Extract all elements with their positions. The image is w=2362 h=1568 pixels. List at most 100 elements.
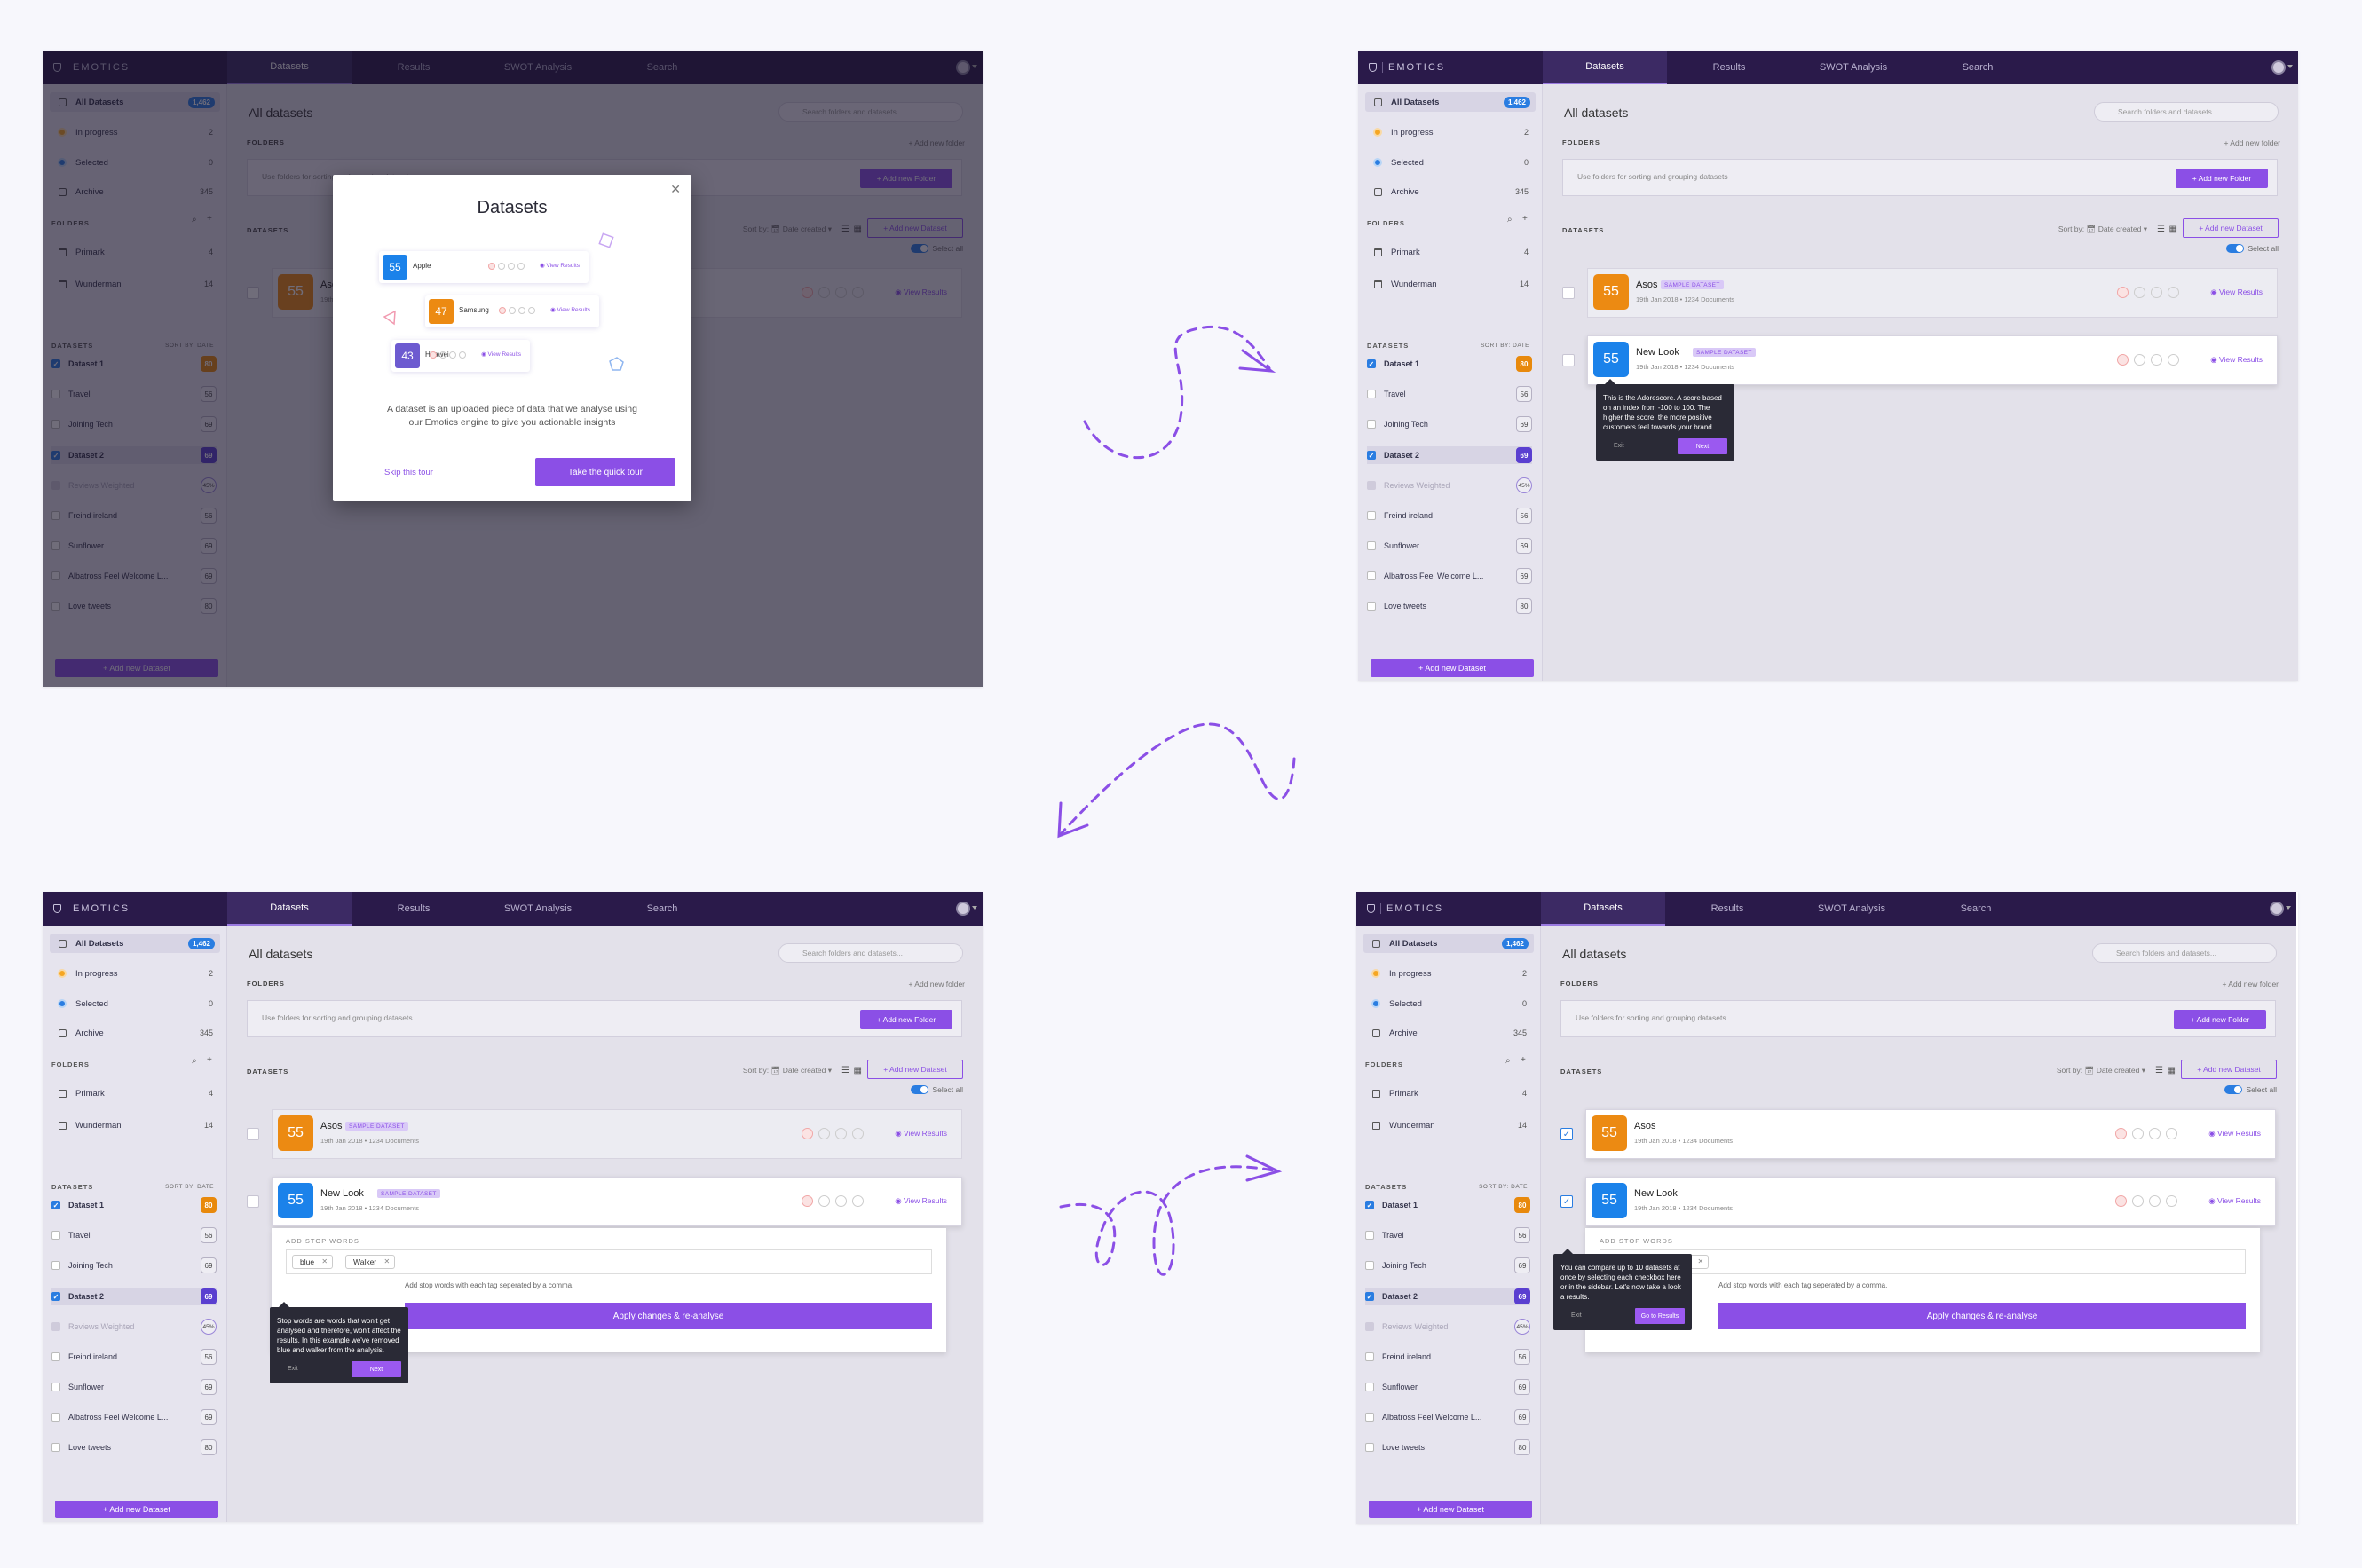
- delete-icon[interactable]: [802, 1128, 813, 1139]
- add-dataset-button[interactable]: + Add new Dataset: [2181, 1060, 2277, 1079]
- checkbox[interactable]: [1365, 1231, 1374, 1240]
- view-results-link[interactable]: ◉ View Results: [2208, 1196, 2261, 1206]
- exit-tour-link[interactable]: Exit: [1571, 1311, 1582, 1320]
- dataset-checkbox[interactable]: [247, 1128, 259, 1140]
- chevron-down-icon[interactable]: [972, 906, 977, 910]
- select-all-toggle[interactable]: Select all: [2225, 244, 2279, 253]
- dataset-checkbox[interactable]: [1562, 287, 1575, 299]
- sidebar-dataset-row[interactable]: ✓Dataset 180: [1365, 1196, 1530, 1214]
- nav-tab-swot-analysis[interactable]: SWOT Analysis: [1789, 892, 1914, 926]
- chevron-down-icon[interactable]: [2287, 65, 2293, 68]
- sidebar-folder-0[interactable]: Primark4: [1363, 1083, 1534, 1103]
- search-input[interactable]: Search folders and datasets...: [778, 943, 963, 963]
- sidebar-folder-1[interactable]: Wunderman14: [1365, 274, 1536, 294]
- link-icon[interactable]: [2168, 354, 2179, 366]
- nav-tab-results[interactable]: Results: [1667, 51, 1791, 84]
- plus-icon[interactable]: +: [1521, 1055, 1526, 1065]
- dataset-checkbox[interactable]: ✓: [1560, 1195, 1573, 1208]
- sidebar-dataset-row[interactable]: Travel56: [1365, 1226, 1530, 1244]
- delete-icon[interactable]: [2117, 287, 2129, 298]
- archive-icon[interactable]: [818, 1195, 830, 1207]
- sidebar-dataset-row[interactable]: Joining Tech69: [51, 1257, 217, 1274]
- grid-view-icon[interactable]: ▦: [854, 1066, 862, 1076]
- plus-icon[interactable]: +: [1522, 214, 1528, 224]
- link-icon[interactable]: [2166, 1128, 2177, 1139]
- dataset-card[interactable]: 55 New Look 19th Jan 2018 • 1234 Documents…: [1585, 1177, 2276, 1226]
- brand[interactable]: EMOTICS: [1358, 51, 1543, 84]
- view-results-link[interactable]: ◉ View Results: [895, 1129, 947, 1139]
- sort-by[interactable]: Sort by: 📅︎ Date created ▾: [743, 1066, 832, 1076]
- checkbox[interactable]: [1367, 602, 1376, 611]
- link-icon[interactable]: [852, 1195, 864, 1207]
- chevron-down-icon[interactable]: [2286, 906, 2291, 910]
- checkbox[interactable]: [1367, 420, 1376, 429]
- delete-icon[interactable]: [2115, 1128, 2127, 1139]
- nav-tab-search[interactable]: Search: [1916, 51, 2040, 84]
- sidebar-dataset-row[interactable]: Reviews Weighted45%: [1367, 477, 1532, 494]
- brand[interactable]: EMOTICS: [1356, 892, 1541, 926]
- checkbox[interactable]: [1365, 1261, 1374, 1270]
- grid-view-icon[interactable]: ▦: [2168, 1066, 2176, 1076]
- nav-tab-datasets[interactable]: Datasets: [1543, 51, 1667, 84]
- checkbox[interactable]: [1367, 571, 1376, 580]
- download-icon[interactable]: [2149, 1195, 2161, 1207]
- download-icon[interactable]: [835, 1128, 847, 1139]
- sidebar-dataset-row[interactable]: Freind ireland56: [1365, 1348, 1530, 1366]
- sidebar-folder-1[interactable]: Wunderman14: [1363, 1115, 1534, 1135]
- sidebar-folder-0[interactable]: Primark4: [50, 1083, 220, 1103]
- sidebar-item-1[interactable]: In progress2: [1365, 122, 1536, 142]
- sidebar-dataset-row[interactable]: Joining Tech69: [1365, 1257, 1530, 1274]
- adorescore[interactable]: 55: [278, 1115, 313, 1151]
- checkbox[interactable]: [51, 1352, 60, 1361]
- search-input[interactable]: Search folders and datasets...: [2092, 943, 2277, 963]
- skip-tour-link[interactable]: Skip this tour: [384, 468, 433, 477]
- dataset-checkbox[interactable]: [247, 1195, 259, 1208]
- list-view-icon[interactable]: ☰: [2157, 225, 2165, 234]
- avatar[interactable]: [2271, 60, 2286, 75]
- toggle-icon[interactable]: [2224, 1085, 2242, 1094]
- archive-icon[interactable]: [818, 1128, 830, 1139]
- delete-icon[interactable]: [2115, 1195, 2127, 1207]
- sidebar-dataset-row[interactable]: Joining Tech69: [1367, 415, 1532, 433]
- sidebar-dataset-row[interactable]: Reviews Weighted45%: [1365, 1318, 1530, 1336]
- checkbox[interactable]: [51, 1443, 60, 1452]
- exit-tour-link[interactable]: Exit: [1614, 441, 1624, 451]
- select-all-toggle[interactable]: Select all: [2224, 1085, 2277, 1094]
- archive-icon[interactable]: [2132, 1195, 2144, 1207]
- list-view-icon[interactable]: ☰: [2155, 1066, 2163, 1076]
- sidebar-item-3[interactable]: Archive345: [50, 1023, 220, 1043]
- sidebar-dataset-row[interactable]: Sunflower69: [1365, 1378, 1530, 1396]
- checkbox[interactable]: ✓: [1367, 359, 1376, 368]
- toggle-icon[interactable]: [2225, 244, 2244, 253]
- select-all-toggle[interactable]: Select all: [910, 1085, 963, 1094]
- apply-reanalyse-button[interactable]: Apply changes & re-analyse: [1718, 1303, 2246, 1329]
- sort-by[interactable]: Sort by: 📅︎ Date created ▾: [2058, 225, 2147, 234]
- archive-icon[interactable]: [2134, 354, 2145, 366]
- search-icon[interactable]: ⌕: [1505, 1056, 1511, 1066]
- sidebar-add-dataset-button[interactable]: + Add new Dataset: [1369, 1501, 1532, 1518]
- nav-tab-datasets[interactable]: Datasets: [1541, 892, 1665, 926]
- archive-icon[interactable]: [2132, 1128, 2144, 1139]
- nav-tab-results[interactable]: Results: [1665, 892, 1789, 926]
- dataset-checkbox[interactable]: ✓: [1560, 1128, 1573, 1140]
- dataset-card[interactable]: 55 Asos 19th Jan 2018 • 1234 Documents ◉ Vi…: [1585, 1109, 2276, 1159]
- tour-next-button[interactable]: Go to Results: [1635, 1308, 1685, 1324]
- checkbox[interactable]: ✓: [1365, 1201, 1374, 1209]
- sidebar-add-dataset-button[interactable]: + Add new Dataset: [55, 1501, 218, 1518]
- adorescore[interactable]: 55: [1593, 342, 1629, 377]
- add-folder-link[interactable]: + Add new folder: [908, 980, 965, 989]
- link-icon[interactable]: [2168, 287, 2179, 298]
- download-icon[interactable]: [2151, 287, 2162, 298]
- add-folder-button[interactable]: + Add new Folder: [2174, 1010, 2266, 1029]
- dataset-card[interactable]: 55 AsosSAMPLE DATASET 19th Jan 2018 • 1234…: [1587, 268, 2278, 318]
- tour-next-button[interactable]: Next: [1678, 438, 1727, 454]
- link-icon[interactable]: [2166, 1195, 2177, 1207]
- sidebar-dataset-row[interactable]: Albatross Feel Welcome L...69: [1367, 567, 1532, 585]
- checkbox[interactable]: [1365, 1443, 1374, 1452]
- sidebar-item-1[interactable]: In progress2: [1363, 964, 1534, 983]
- sidebar-dataset-row[interactable]: Sunflower69: [1367, 537, 1532, 555]
- checkbox[interactable]: [1367, 511, 1376, 520]
- close-icon[interactable]: ✕: [1697, 1257, 1703, 1265]
- nav-tab-swot-analysis[interactable]: SWOT Analysis: [476, 892, 600, 926]
- view-results-link[interactable]: ◉ View Results: [2208, 1129, 2261, 1139]
